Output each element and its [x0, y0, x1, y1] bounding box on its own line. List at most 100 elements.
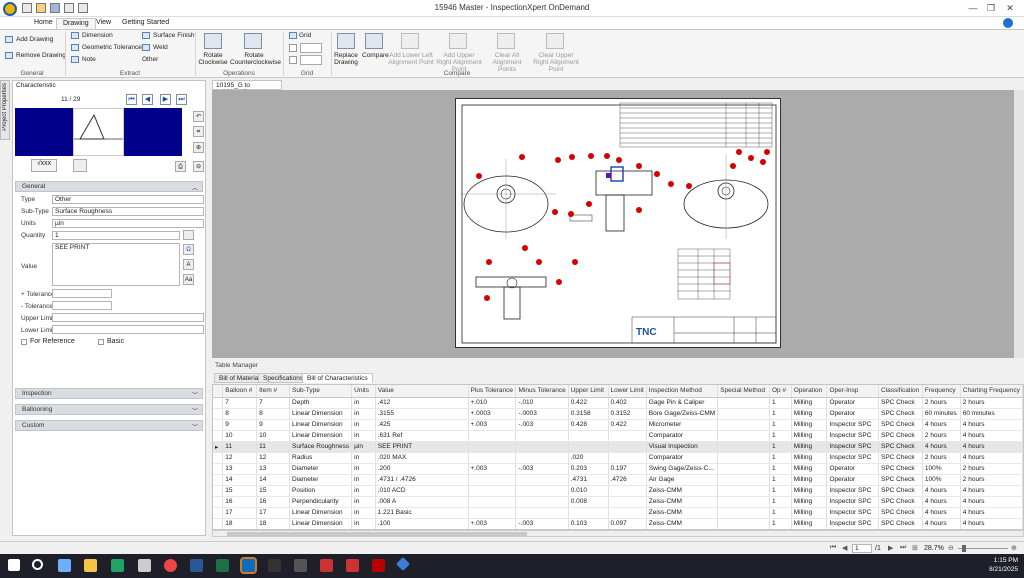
- symbol-edit-icon[interactable]: [73, 159, 87, 172]
- balloon-marker[interactable]: [556, 279, 562, 285]
- document-tab[interactable]: 10195_G to bubble.pdf: [212, 80, 282, 96]
- table-cell[interactable]: 2 hours: [922, 397, 961, 409]
- table-cell[interactable]: Surface Roughness: [289, 441, 353, 453]
- table-cell[interactable]: 1: [769, 496, 792, 508]
- column-header[interactable]: Op #: [769, 385, 792, 398]
- table-cell[interactable]: in: [351, 463, 376, 475]
- restore-icon[interactable]: ❐: [984, 2, 998, 14]
- row-indicator[interactable]: [213, 408, 224, 420]
- app-icon[interactable]: [320, 559, 333, 572]
- table-cell[interactable]: 4 hours: [960, 430, 1023, 442]
- table-cell[interactable]: in: [351, 518, 376, 529]
- table-cell[interactable]: .3155: [375, 408, 469, 420]
- balloon-marker[interactable]: [569, 154, 575, 160]
- file-explorer-icon[interactable]: [84, 559, 97, 572]
- table-cell[interactable]: Radius: [289, 452, 353, 464]
- table-cell[interactable]: 7: [222, 397, 258, 409]
- table-cell[interactable]: [568, 430, 609, 442]
- table-cell[interactable]: Milling: [791, 397, 828, 409]
- table-cell[interactable]: Operator: [826, 463, 879, 475]
- table-cell[interactable]: [515, 474, 569, 486]
- help-icon[interactable]: [1003, 18, 1013, 28]
- basic-checkbox[interactable]: [98, 339, 104, 345]
- table-cell[interactable]: [717, 452, 770, 464]
- table-cell[interactable]: in: [351, 397, 376, 409]
- table-cell[interactable]: Diameter: [289, 463, 353, 475]
- table-cell[interactable]: 0.097: [608, 518, 647, 529]
- table-cell[interactable]: 13: [222, 463, 258, 475]
- drawing-sheet[interactable]: TNC: [455, 98, 781, 348]
- table-cell[interactable]: [717, 485, 770, 497]
- table-cell[interactable]: +.010: [468, 397, 517, 409]
- characteristics-table[interactable]: Balloon # Item # Sub-Type Units Value Plus To…: [212, 384, 1024, 530]
- table-cell[interactable]: .020 MAX: [375, 452, 469, 464]
- close-icon[interactable]: ✕: [1003, 2, 1017, 14]
- balloon-marker[interactable]: [555, 157, 561, 163]
- table-cell[interactable]: 8: [222, 408, 258, 420]
- zoom-in-icon[interactable]: ⊕: [193, 142, 204, 153]
- add-lower-left-button[interactable]: Add Lower Left Alignment Point: [388, 52, 434, 66]
- balloon-marker[interactable]: [572, 259, 578, 265]
- table-cell[interactable]: Linear Dimension: [289, 518, 353, 529]
- type-select[interactable]: Other: [52, 195, 204, 204]
- table-cell[interactable]: 60 minutes: [960, 408, 1023, 420]
- balloon-marker[interactable]: [636, 207, 642, 213]
- inspectionxpert-icon[interactable]: [395, 556, 411, 572]
- balloon-marker[interactable]: [736, 149, 742, 155]
- table-cell[interactable]: [717, 430, 770, 442]
- table-cell[interactable]: SPC Check: [878, 441, 923, 453]
- scrollbar-thumb[interactable]: [227, 532, 527, 536]
- table-cell[interactable]: .008 A: [375, 496, 469, 508]
- table-cell[interactable]: Diameter: [289, 474, 353, 486]
- table-cell[interactable]: 14: [256, 474, 291, 486]
- table-cell[interactable]: 0.428: [568, 419, 609, 431]
- table-cell[interactable]: +.003: [468, 518, 517, 529]
- table-row[interactable]: 10 10 Linear Dimension in .631 Ref Comparator…: [213, 430, 1023, 442]
- tab-home[interactable]: Home: [28, 18, 59, 29]
- table-cell[interactable]: 2 hours: [922, 452, 961, 464]
- table-cell[interactable]: [568, 507, 609, 519]
- row-indicator[interactable]: [213, 397, 224, 409]
- dimension-button[interactable]: Dimension: [82, 32, 113, 39]
- table-cell[interactable]: 4 hours: [960, 485, 1023, 497]
- table-cell[interactable]: Air Gage: [646, 474, 719, 486]
- table-row[interactable]: 7 7 Depth in .412 +.010 -.010 0.422 0.402 Gage Pi…: [213, 397, 1023, 409]
- table-cell[interactable]: SPC Check: [878, 430, 923, 442]
- column-header[interactable]: Units: [351, 385, 376, 398]
- table-cell[interactable]: [608, 430, 647, 442]
- fit-page-icon[interactable]: ⊞: [912, 544, 918, 552]
- table-cell[interactable]: .200: [375, 463, 469, 475]
- column-header[interactable]: Operation: [791, 385, 828, 398]
- column-header[interactable]: Value: [375, 385, 469, 398]
- table-cell[interactable]: [515, 452, 569, 464]
- table-cell[interactable]: 18: [256, 518, 291, 529]
- balloon-marker[interactable]: [476, 173, 482, 179]
- balloon-marker[interactable]: [568, 211, 574, 217]
- table-row[interactable]: 15 15 Position in .010 ACD 0.010 Zeiss-CMM 1 Mil…: [213, 485, 1023, 497]
- table-row[interactable]: 14 14 Diameter in .4731 / .4726.4731.4726 Air…: [213, 474, 1023, 486]
- column-header[interactable]: Balloon #: [222, 385, 258, 398]
- terminal-icon[interactable]: [268, 559, 281, 572]
- table-cell[interactable]: [717, 507, 770, 519]
- table-cell[interactable]: 2 hours: [960, 463, 1023, 475]
- table-cell[interactable]: [515, 485, 569, 497]
- excel-icon[interactable]: [216, 559, 229, 572]
- row-indicator[interactable]: [213, 474, 224, 486]
- table-cell[interactable]: -.003: [515, 518, 569, 529]
- table-cell[interactable]: in: [351, 496, 376, 508]
- table-cell[interactable]: .425: [375, 419, 469, 431]
- balloon-marker[interactable]: [604, 153, 610, 159]
- table-cell[interactable]: Operator: [826, 408, 879, 420]
- table-cell[interactable]: in: [351, 485, 376, 497]
- table-cell[interactable]: 1: [769, 441, 792, 453]
- table-cell[interactable]: 0.422: [608, 419, 647, 431]
- column-header[interactable]: Inspection Method: [646, 385, 719, 398]
- next-page-icon[interactable]: ▶: [888, 544, 893, 552]
- table-cell[interactable]: 4 hours: [960, 496, 1023, 508]
- table-cell[interactable]: Position: [289, 485, 353, 497]
- subtype-select[interactable]: Surface Roughness: [52, 207, 204, 216]
- table-cell[interactable]: 1: [769, 474, 792, 486]
- table-cell[interactable]: -.003: [515, 419, 569, 431]
- table-cell[interactable]: Milling: [791, 518, 828, 529]
- column-header[interactable]: Item #: [256, 385, 291, 398]
